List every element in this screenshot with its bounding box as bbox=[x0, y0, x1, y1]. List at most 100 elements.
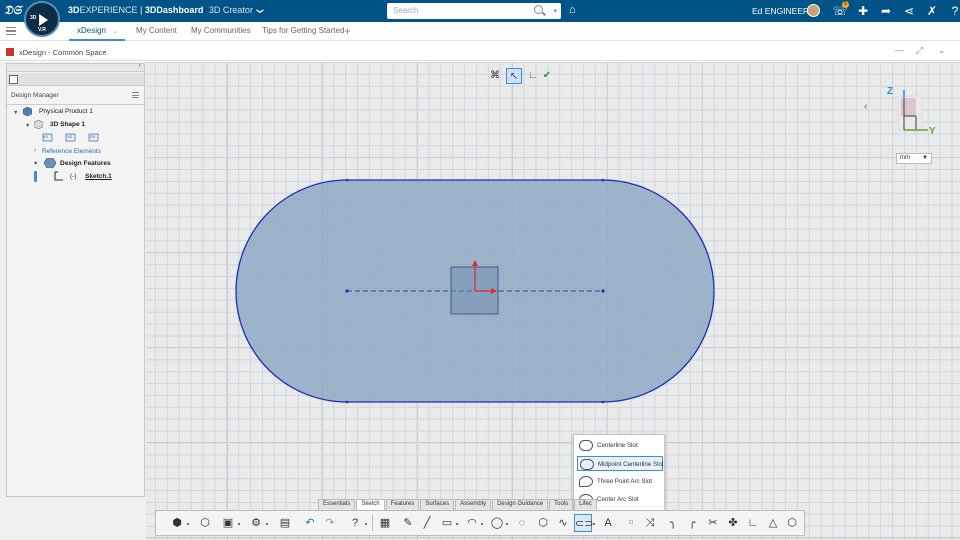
tree-toolbar bbox=[7, 73, 144, 86]
settings-dropdown-icon[interactable] bbox=[266, 523, 268, 525]
centerline-end-point[interactable] bbox=[601, 289, 605, 293]
physical-product-icon[interactable] bbox=[23, 107, 32, 116]
view-compass[interactable]: Z Y bbox=[884, 86, 940, 140]
wb-tab-lifecycle[interactable]: Lifec bbox=[574, 499, 597, 510]
axis-z-label: Z bbox=[887, 86, 893, 97]
redo-icon[interactable]: ↷ bbox=[321, 514, 339, 532]
sketch-icon[interactable] bbox=[54, 171, 64, 181]
arc-icon[interactable]: ◠ bbox=[463, 514, 481, 532]
plane-xy-label: XY bbox=[43, 134, 49, 139]
tree-node-physical-product[interactable]: Physical Product 1 bbox=[39, 108, 93, 115]
3d-shape-icon[interactable] bbox=[34, 120, 43, 129]
design-features-icon[interactable] bbox=[44, 158, 56, 168]
compass[interactable]: 3D V.R bbox=[24, 1, 60, 37]
design-manager-title: Design Manager bbox=[11, 92, 59, 99]
help-dropdown-icon[interactable] bbox=[365, 523, 367, 525]
midpoint-centerline-slot-label: Midpoint Centerline Slot bbox=[598, 461, 664, 468]
text-icon[interactable]: A bbox=[599, 514, 617, 532]
arc-dropdown-icon[interactable] bbox=[481, 523, 483, 525]
solid-cube-icon[interactable]: ⬡ bbox=[783, 514, 801, 532]
point-icon[interactable]: □ bbox=[622, 514, 640, 532]
chamfer-icon[interactable]: ╭ bbox=[683, 514, 701, 532]
corner-icon[interactable]: ∟ bbox=[744, 514, 762, 532]
grid-icon[interactable]: ▦ bbox=[376, 514, 394, 532]
save-icon[interactable]: ▣ bbox=[219, 514, 237, 532]
rectangle-icon[interactable]: ▭ bbox=[438, 514, 456, 532]
expand-3d-shape-icon[interactable]: ▼ bbox=[25, 123, 30, 129]
compass-south[interactable]: V.R bbox=[38, 27, 46, 33]
unit-dropdown-icon[interactable]: ▼ bbox=[922, 155, 928, 161]
three-point-arc-slot-label: Three Point Arc Slot bbox=[597, 478, 653, 485]
center-arc-slot-label: Center Arc Slot bbox=[597, 496, 639, 503]
wb-tab-essentials[interactable]: Essentials bbox=[318, 499, 356, 510]
unit-value: mm bbox=[900, 155, 910, 161]
plane-yz-label: YZ bbox=[67, 134, 73, 139]
undo-icon[interactable]: ↶ bbox=[301, 514, 319, 532]
sketch-confirm-icon[interactable]: ✔ bbox=[539, 68, 555, 84]
slot-top-right-point[interactable] bbox=[601, 178, 605, 182]
fillet-icon[interactable]: ╮ bbox=[664, 514, 682, 532]
wb-tab-features[interactable]: Features bbox=[385, 499, 420, 510]
settings-icon[interactable]: ⚙ bbox=[247, 514, 265, 532]
project-icon[interactable]: ⤨ bbox=[641, 514, 659, 532]
circle-dropdown-icon[interactable] bbox=[506, 523, 508, 525]
sketch-select-icon[interactable]: ↖ bbox=[506, 68, 522, 84]
compass-play-icon[interactable] bbox=[39, 14, 48, 26]
tree-view-icon[interactable] bbox=[9, 75, 18, 84]
circle-icon[interactable]: ◯ bbox=[488, 514, 506, 532]
help-tool-icon[interactable]: ? bbox=[346, 514, 364, 532]
workbench-tabs: Essentials Sketch Features Surfaces Asse… bbox=[318, 499, 598, 510]
design-manager-menu-icon[interactable] bbox=[132, 92, 139, 98]
flyout-midpoint-centerline-slot[interactable]: Midpoint Centerline Slot bbox=[577, 456, 664, 471]
product-icon[interactable]: ⬢ bbox=[168, 514, 186, 532]
wb-tab-surfaces[interactable]: Surfaces bbox=[420, 499, 455, 510]
trim-icon[interactable]: ✂ bbox=[704, 514, 722, 532]
save-dropdown-icon[interactable] bbox=[238, 523, 240, 525]
slot-tool-icon[interactable]: ⊂⊃ bbox=[574, 514, 593, 532]
collapse-panel-icon[interactable]: ‹ bbox=[139, 62, 141, 69]
active-sketch-indicator bbox=[34, 171, 37, 182]
tree-top-strip: ‹ bbox=[7, 62, 144, 72]
centerline-slot-label: Centerline Slot bbox=[597, 442, 638, 449]
rectangle-dropdown-icon[interactable] bbox=[456, 523, 458, 525]
sketch-context-toolbar: ⌘ ↖ ∟ ✔ bbox=[487, 68, 559, 86]
slot-bottom-left-point[interactable] bbox=[345, 400, 349, 404]
wb-tab-tools[interactable]: Tools bbox=[549, 499, 574, 510]
unit-select[interactable]: mm ▼ bbox=[896, 153, 932, 164]
ellipse-icon[interactable]: ◌ bbox=[513, 514, 531, 532]
compass-rotate-left-icon[interactable]: ‹ bbox=[864, 101, 867, 112]
midpoint-centerline-slot-icon bbox=[580, 459, 594, 470]
polygon-icon[interactable]: ⬡ bbox=[534, 514, 552, 532]
slot-dropdown-icon[interactable] bbox=[593, 523, 595, 525]
offset-icon[interactable]: ✤ bbox=[724, 514, 742, 532]
wb-tab-assembly[interactable]: Assembly bbox=[455, 499, 492, 510]
line-icon[interactable]: ╱ bbox=[418, 514, 436, 532]
tree-node-sketch[interactable]: Sketch.1 bbox=[85, 173, 112, 180]
expand-physical-product-icon[interactable]: ▼ bbox=[13, 110, 18, 116]
tree-node-3d-shape[interactable]: 3D Shape 1 bbox=[50, 121, 85, 128]
clipboard-icon[interactable]: ▤ bbox=[276, 514, 294, 532]
sketch-underconstrained-label: (-) bbox=[70, 173, 77, 180]
tree-node-design-features-label: Design Features bbox=[60, 160, 111, 167]
plane-zx-label: ZX bbox=[90, 134, 96, 139]
slot-bottom-right-point[interactable] bbox=[601, 400, 605, 404]
axis-y-label: Y bbox=[929, 126, 936, 137]
part-icon[interactable]: ⬡ bbox=[196, 514, 214, 532]
constraint-icon[interactable]: △ bbox=[764, 514, 782, 532]
sketch-point-icon[interactable]: ✎ bbox=[399, 514, 417, 532]
compass-north[interactable]: 3D bbox=[30, 15, 36, 21]
wb-tab-sketch[interactable]: Sketch bbox=[356, 499, 385, 510]
expand-reference-icon[interactable]: › bbox=[34, 148, 36, 154]
tree-node-design-features[interactable]: Design Features bbox=[60, 160, 111, 167]
flyout-centerline-slot[interactable]: Centerline Slot bbox=[577, 438, 663, 453]
spline-icon[interactable]: ∿ bbox=[554, 514, 572, 532]
expand-design-features-icon[interactable]: ▼ bbox=[33, 161, 38, 167]
tree-node-reference-elements[interactable]: Reference Elements bbox=[42, 148, 101, 155]
flyout-three-point-arc-slot[interactable]: Three Point Arc Slot bbox=[577, 474, 663, 489]
wb-tab-design-guidance[interactable]: Design Guidance bbox=[492, 499, 549, 510]
slot-top-left-point[interactable] bbox=[345, 178, 349, 182]
centerline-start-point[interactable] bbox=[345, 289, 349, 293]
product-dropdown-icon[interactable] bbox=[187, 523, 189, 525]
tree-node-3d-shape-label: 3D Shape 1 bbox=[50, 121, 86, 128]
sketch-slot-mode-icon[interactable]: ⌘ bbox=[487, 68, 503, 84]
